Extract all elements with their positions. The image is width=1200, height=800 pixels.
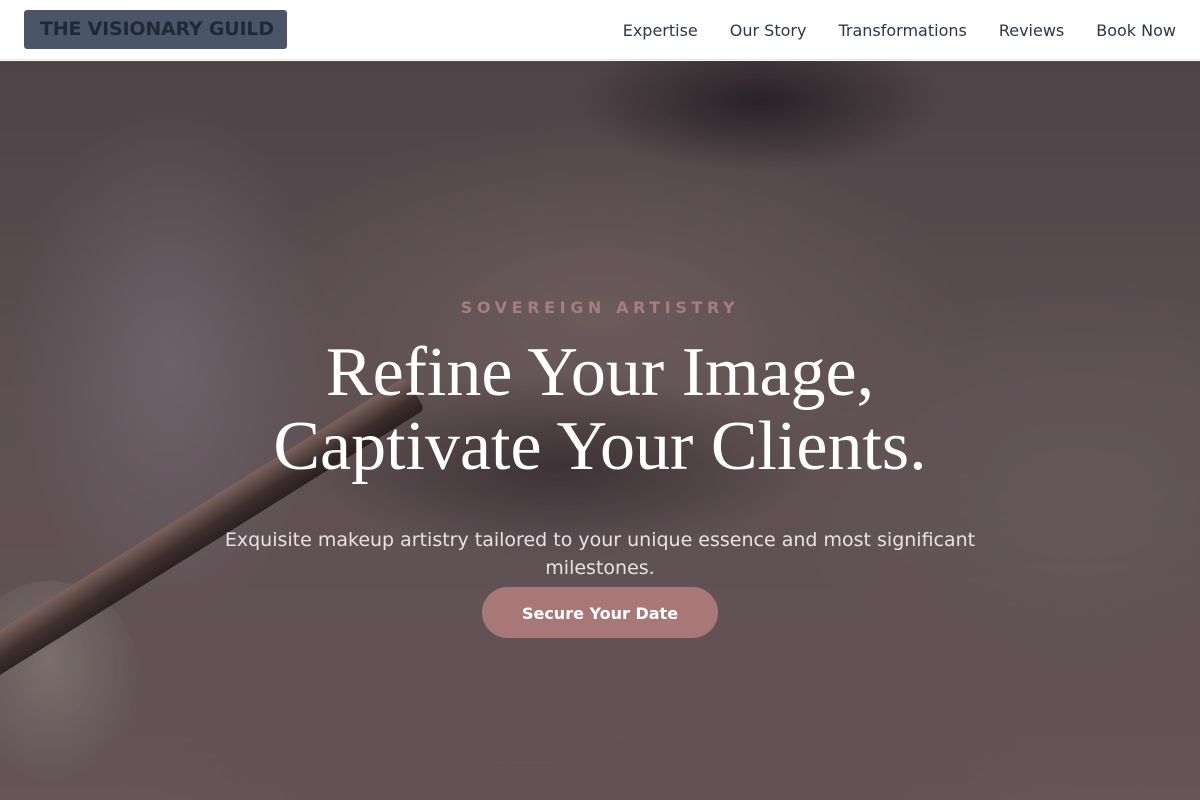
hero-headline: Refine Your Image, Captivate Your Client… (0, 336, 1200, 484)
hero-headline-line-1: Refine Your Image, (325, 334, 875, 411)
nav-link-our-story[interactable]: Our Story (730, 21, 807, 40)
nav-link-transformations[interactable]: Transformations (838, 21, 966, 40)
nav-links: Expertise Our Story Transformations Revi… (623, 0, 1176, 60)
hero-subtext: Exquisite makeup artistry tailored to yo… (224, 529, 976, 579)
nav-link-book-now[interactable]: Book Now (1096, 21, 1176, 40)
nav-link-reviews[interactable]: Reviews (999, 21, 1064, 40)
nav-link-expertise[interactable]: Expertise (623, 21, 698, 40)
hero-section: SOVEREIGN ARTISTRY Refine Your Image, Ca… (0, 61, 1200, 800)
site-logo[interactable]: THE VISIONARY GUILD (24, 10, 287, 49)
hero-headline-line-2: Captivate Your Clients. (273, 408, 927, 485)
top-navbar: THE VISIONARY GUILD Expertise Our Story … (0, 0, 1200, 60)
hero-eyebrow: SOVEREIGN ARTISTRY (460, 298, 740, 317)
secure-date-button[interactable]: Secure Your Date (482, 587, 718, 638)
